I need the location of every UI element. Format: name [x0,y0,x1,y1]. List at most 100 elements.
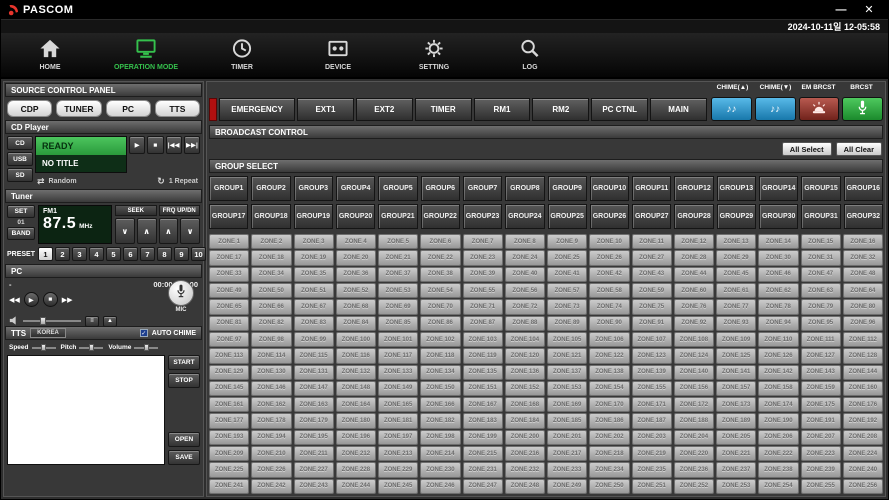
random-label[interactable]: Random [49,178,77,185]
zone-button-63[interactable]: ZONE 63 [801,283,841,298]
group-button-20[interactable]: GROUP20 [336,204,375,229]
group-button-6[interactable]: GROUP6 [421,176,460,201]
preset-button-4[interactable]: 4 [89,247,104,261]
close-button[interactable]: ✕ [857,1,881,19]
zone-button-163[interactable]: ZONE 163 [294,397,334,412]
group-button-23[interactable]: GROUP23 [463,204,502,229]
zone-button-155[interactable]: ZONE 155 [632,381,672,396]
pc-volume-slider[interactable] [23,316,81,326]
zone-button-171[interactable]: ZONE 171 [632,397,672,412]
zone-button-22[interactable]: ZONE 22 [420,250,460,265]
zone-button-53[interactable]: ZONE 53 [378,283,418,298]
pc-source-button[interactable]: PC [106,100,151,117]
tuner-chevron-button-4[interactable]: ∨ [180,218,200,244]
zone-button-195[interactable]: ZONE 195 [294,430,334,445]
zone-button-80[interactable]: ZONE 80 [843,299,883,314]
tts-open-button[interactable]: OPEN [168,432,200,447]
zone-button-255[interactable]: ZONE 255 [801,479,841,494]
zone-button-27[interactable]: ZONE 27 [632,250,672,265]
chime-down-button[interactable]: ♪♪ [755,97,796,121]
zone-button-107[interactable]: ZONE 107 [632,332,672,347]
zone-button-65[interactable]: ZONE 65 [209,299,249,314]
zone-button-40[interactable]: ZONE 40 [505,267,545,282]
tts-text-input[interactable] [7,355,165,465]
zone-button-43[interactable]: ZONE 43 [632,267,672,282]
tuner-set-button[interactable]: SET [7,205,35,218]
group-button-26[interactable]: GROUP26 [590,204,629,229]
zone-button-103[interactable]: ZONE 103 [463,332,503,347]
nav-home[interactable]: HOME [17,38,83,71]
zone-button-230[interactable]: ZONE 230 [420,462,460,477]
group-button-31[interactable]: GROUP31 [801,204,840,229]
zone-button-105[interactable]: ZONE 105 [547,332,587,347]
zone-button-138[interactable]: ZONE 138 [589,365,629,380]
zone-button-42[interactable]: ZONE 42 [589,267,629,282]
zone-button-221[interactable]: ZONE 221 [716,446,756,461]
zone-button-233[interactable]: ZONE 233 [547,462,587,477]
zone-button-79[interactable]: ZONE 79 [801,299,841,314]
zone-button-218[interactable]: ZONE 218 [589,446,629,461]
zone-button-28[interactable]: ZONE 28 [674,250,714,265]
group-button-27[interactable]: GROUP27 [632,204,671,229]
zone-button-243[interactable]: ZONE 243 [294,479,334,494]
zone-button-126[interactable]: ZONE 126 [758,348,798,363]
zone-button-216[interactable]: ZONE 216 [505,446,545,461]
zone-button-18[interactable]: ZONE 18 [251,250,291,265]
zone-button-73[interactable]: ZONE 73 [547,299,587,314]
zone-button-12[interactable]: ZONE 12 [674,234,714,249]
zone-button-231[interactable]: ZONE 231 [463,462,503,477]
zone-button-141[interactable]: ZONE 141 [716,365,756,380]
zone-button-166[interactable]: ZONE 166 [420,397,460,412]
zone-button-83[interactable]: ZONE 83 [294,316,334,331]
zone-button-54[interactable]: ZONE 54 [420,283,460,298]
zone-button-67[interactable]: ZONE 67 [294,299,334,314]
zone-button-164[interactable]: ZONE 164 [336,397,376,412]
zone-button-31[interactable]: ZONE 31 [801,250,841,265]
zone-button-192[interactable]: ZONE 192 [843,413,883,428]
zone-button-176[interactable]: ZONE 176 [843,397,883,412]
volume-slider[interactable] [134,343,158,352]
zone-button-121[interactable]: ZONE 121 [547,348,587,363]
zone-button-37[interactable]: ZONE 37 [378,267,418,282]
zone-button-222[interactable]: ZONE 222 [758,446,798,461]
zone-button-175[interactable]: ZONE 175 [801,397,841,412]
zone-button-36[interactable]: ZONE 36 [336,267,376,282]
tuner-chevron-button-2[interactable]: ∧ [137,218,157,244]
zone-button-90[interactable]: ZONE 90 [589,316,629,331]
zone-button-41[interactable]: ZONE 41 [547,267,587,282]
zone-button-123[interactable]: ZONE 123 [632,348,672,363]
tuner-chevron-button-3[interactable]: ∧ [159,218,179,244]
preset-button-3[interactable]: 3 [72,247,87,261]
zone-button-239[interactable]: ZONE 239 [801,462,841,477]
group-button-16[interactable]: GROUP16 [844,176,883,201]
zone-button-168[interactable]: ZONE 168 [505,397,545,412]
zone-button-232[interactable]: ZONE 232 [505,462,545,477]
zone-button-226[interactable]: ZONE 226 [251,462,291,477]
zone-button-204[interactable]: ZONE 204 [674,430,714,445]
zone-button-131[interactable]: ZONE 131 [294,365,334,380]
preset-button-10[interactable]: 10 [191,247,206,261]
zone-button-30[interactable]: ZONE 30 [758,250,798,265]
zone-button-38[interactable]: ZONE 38 [420,267,460,282]
zone-button-184[interactable]: ZONE 184 [505,413,545,428]
zone-button-248[interactable]: ZONE 248 [505,479,545,494]
zone-button-169[interactable]: ZONE 169 [547,397,587,412]
group-button-4[interactable]: GROUP4 [336,176,375,201]
group-button-22[interactable]: GROUP22 [421,204,460,229]
tts-source-button[interactable]: TTS [155,100,200,117]
zone-button-102[interactable]: ZONE 102 [420,332,460,347]
zone-button-91[interactable]: ZONE 91 [632,316,672,331]
zone-button-213[interactable]: ZONE 213 [378,446,418,461]
zone-button-87[interactable]: ZONE 87 [463,316,503,331]
zone-button-111[interactable]: ZONE 111 [801,332,841,347]
preset-button-6[interactable]: 6 [123,247,138,261]
zone-button-256[interactable]: ZONE 256 [843,479,883,494]
zone-button-46[interactable]: ZONE 46 [758,267,798,282]
tab-ext2[interactable]: EXT2 [356,98,413,121]
zone-button-207[interactable]: ZONE 207 [801,430,841,445]
zone-button-150[interactable]: ZONE 150 [420,381,460,396]
zone-button-115[interactable]: ZONE 115 [294,348,334,363]
zone-button-48[interactable]: ZONE 48 [843,267,883,282]
zone-button-135[interactable]: ZONE 135 [463,365,503,380]
zone-button-8[interactable]: ZONE 8 [505,234,545,249]
